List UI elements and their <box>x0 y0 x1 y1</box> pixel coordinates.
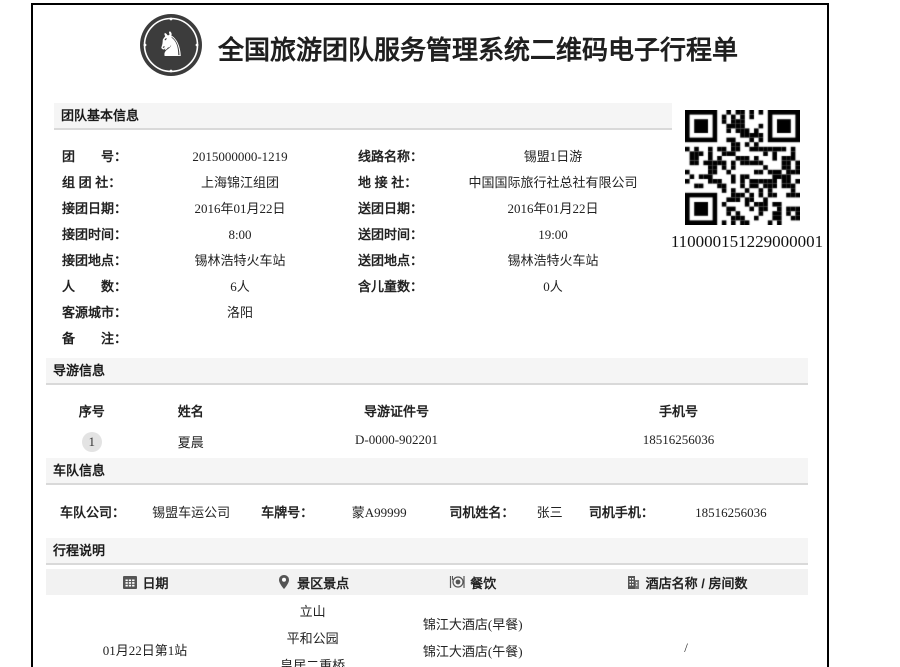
field-label: 线路名称： <box>358 144 440 170</box>
itinerary-section: 行程说明 日期 景区景点 餐饮 <box>46 538 808 667</box>
field-label: 团 号： <box>62 144 134 170</box>
sequence-badge: 1 <box>82 432 102 452</box>
field-value <box>440 300 666 326</box>
qr-code-number: 110000151229000001 <box>662 232 832 252</box>
spot-item: 皇居二重桥 <box>244 652 381 667</box>
field-label: 司机手机： <box>589 504 654 522</box>
field-value: 19:00 <box>440 222 666 248</box>
itinerary-hotel-cell: / <box>564 595 808 667</box>
field-label: 送团地点： <box>358 248 440 274</box>
field-value: 18516256036 <box>654 504 808 522</box>
meal-item: 锦江大酒店(早餐) <box>381 611 564 638</box>
dining-icon <box>449 574 465 590</box>
svg-text:♞: ♞ <box>156 25 186 65</box>
column-header-label: 景区景点 <box>297 573 349 592</box>
field-value: 2015000000-1219 <box>134 144 346 170</box>
itinerary-document: ♞ 全国旅游团队服务管理系统二维码电子行程单 团队基本信息 团 号： 20150… <box>0 0 900 667</box>
qr-code-block <box>685 110 800 230</box>
field-label <box>358 300 440 326</box>
column-header: 姓名 <box>137 401 244 420</box>
field-value: 张三 <box>514 504 584 522</box>
column-header: 导游证件号 <box>244 401 549 420</box>
field-label: 组 团 社： <box>62 170 134 196</box>
itinerary-table-row: 01月22日第1站 立山 平和公园 皇居二重桥 锦江大酒店(早餐) 锦江大酒店(… <box>46 595 808 667</box>
page-title: 全国旅游团队服务管理系统二维码电子行程单 <box>218 30 738 67</box>
field-label <box>358 326 440 352</box>
field-value: 2016年01月22日 <box>134 196 346 222</box>
qr-code-icon <box>685 110 800 225</box>
field-value: 2016年01月22日 <box>440 196 666 222</box>
guide-info-section-title: 导游信息 <box>46 358 808 385</box>
field-value <box>134 326 346 352</box>
itinerary-date-cell: 01月22日第1站 <box>46 595 244 667</box>
field-label: 车牌号： <box>261 504 313 522</box>
field-value <box>440 326 666 352</box>
basic-info-section: 团队基本信息 团 号： 2015000000-1219 线路名称： 锡盟1日游 … <box>54 103 672 352</box>
column-header: 手机号 <box>549 401 808 420</box>
guide-cert-cell: D-0000-902201 <box>244 432 549 452</box>
field-value: 锡林浩特火车站 <box>440 248 666 274</box>
basic-info-row: 接团地点： 锡林浩特火车站 送团地点： 锡林浩特火车站 <box>54 248 672 274</box>
field-label: 车队公司： <box>60 504 125 522</box>
calendar-icon <box>122 574 138 590</box>
hotel-icon <box>625 574 641 590</box>
guide-no-cell: 1 <box>46 432 137 452</box>
column-header-spots: 景区景点 <box>244 573 381 592</box>
basic-info-fields: 团 号： 2015000000-1219 线路名称： 锡盟1日游 组 团 社： … <box>54 144 672 352</box>
field-label: 送团日期： <box>358 196 440 222</box>
field-value: 洛阳 <box>134 300 346 326</box>
basic-info-row: 备 注： <box>54 326 672 352</box>
basic-info-row: 接团时间： 8:00 送团时间： 19:00 <box>54 222 672 248</box>
field-label: 客源城市： <box>62 300 134 326</box>
field-label: 接团时间： <box>62 222 134 248</box>
fleet-info-row: 车队公司： 锡盟车运公司 车牌号： 蒙A99999 司机姓名： 张三 司机手机：… <box>46 504 808 522</box>
itinerary-spots-cell: 立山 平和公园 皇居二重桥 <box>244 595 381 667</box>
field-label: 备 注： <box>62 326 134 352</box>
itinerary-section-title: 行程说明 <box>46 538 808 565</box>
field-value: 锡林浩特火车站 <box>134 248 346 274</box>
field-value: 中国国际旅行社总社有限公司 <box>440 170 666 196</box>
china-tourism-logo: ♞ <box>139 13 203 77</box>
field-value: 锡盟1日游 <box>440 144 666 170</box>
field-label: 含儿童数： <box>358 274 440 300</box>
fleet-info-section: 车队信息 车队公司： 锡盟车运公司 车牌号： 蒙A99999 司机姓名： 张三 … <box>46 458 808 522</box>
column-header-label: 日期 <box>143 573 169 592</box>
basic-info-section-title: 团队基本信息 <box>54 103 672 130</box>
field-value: 6人 <box>134 274 346 300</box>
field-label: 司机姓名： <box>449 504 514 522</box>
guide-phone-cell: 18516256036 <box>549 432 808 452</box>
spot-item: 平和公园 <box>244 625 381 652</box>
basic-info-row: 接团日期： 2016年01月22日 送团日期： 2016年01月22日 <box>54 196 672 222</box>
field-value: 上海锦江组团 <box>134 170 346 196</box>
meal-item: 锦江大酒店(午餐) <box>381 638 564 665</box>
column-header-meals: 餐饮 <box>381 573 564 592</box>
guide-table-row: 1 夏晨 D-0000-902201 18516256036 <box>46 432 808 452</box>
basic-info-row: 人 数： 6人 含儿童数： 0人 <box>54 274 672 300</box>
spot-item: 立山 <box>244 598 381 625</box>
column-header-label: 酒店名称 / 房间数 <box>646 573 748 592</box>
column-header-date: 日期 <box>46 573 244 592</box>
fleet-info-section-title: 车队信息 <box>46 458 808 485</box>
field-value: 0人 <box>440 274 666 300</box>
column-header: 序号 <box>46 401 137 420</box>
column-header-label: 餐饮 <box>470 573 496 592</box>
field-label: 送团时间： <box>358 222 440 248</box>
field-label: 人 数： <box>62 274 134 300</box>
guide-table-header: 序号 姓名 导游证件号 手机号 <box>46 401 808 420</box>
field-value: 蒙A99999 <box>313 504 445 522</box>
field-label: 接团地点： <box>62 248 134 274</box>
guide-info-section: 导游信息 序号 姓名 导游证件号 手机号 1 夏晨 D-0000-902201 … <box>46 358 808 452</box>
basic-info-row: 团 号： 2015000000-1219 线路名称： 锡盟1日游 <box>54 144 672 170</box>
field-label: 地 接 社： <box>358 170 440 196</box>
basic-info-row: 组 团 社： 上海锦江组团 地 接 社： 中国国际旅行社总社有限公司 <box>54 170 672 196</box>
itinerary-table-header: 日期 景区景点 餐饮 酒店名称 / 房间数 <box>46 569 808 595</box>
column-header-hotel: 酒店名称 / 房间数 <box>564 573 808 592</box>
location-pin-icon <box>276 574 292 590</box>
field-value: 锡盟车运公司 <box>125 504 257 522</box>
field-label: 接团日期： <box>62 196 134 222</box>
basic-info-row: 客源城市： 洛阳 <box>54 300 672 326</box>
field-value: 8:00 <box>134 222 346 248</box>
guide-name-cell: 夏晨 <box>137 432 244 452</box>
itinerary-meals-cell: 锦江大酒店(早餐) 锦江大酒店(午餐) <box>381 595 564 667</box>
